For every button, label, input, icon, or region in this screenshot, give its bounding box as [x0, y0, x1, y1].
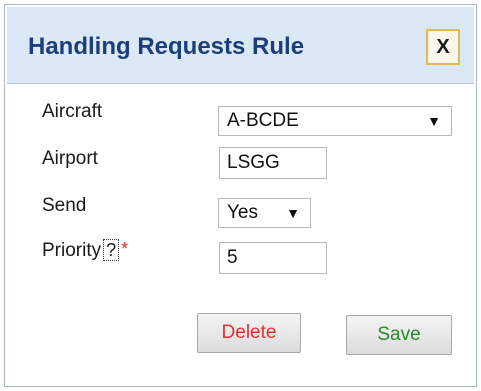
priority-label-group: Priority? *: [42, 239, 128, 262]
chevron-down-icon: ▼: [286, 205, 300, 221]
send-label: Send: [42, 195, 87, 216]
dialog-titlebar: Handling Requests Rule X: [7, 7, 474, 84]
help-icon[interactable]: ?: [103, 239, 120, 261]
handling-requests-dialog: Handling Requests Rule X Aircraft A-BCDE…: [4, 4, 477, 387]
airport-label: Airport: [42, 148, 98, 169]
required-marker: *: [121, 239, 129, 259]
close-button[interactable]: X: [426, 29, 460, 65]
priority-label: Priority: [42, 240, 102, 261]
send-select-value: Yes: [227, 202, 258, 223]
dialog-title: Handling Requests Rule: [28, 33, 305, 60]
aircraft-label: Aircraft: [42, 101, 103, 122]
airport-input[interactable]: LSGG: [219, 147, 327, 179]
send-select[interactable]: Yes ▼: [218, 198, 311, 228]
save-button[interactable]: Save: [346, 315, 452, 355]
aircraft-select-value: A-BCDE: [227, 110, 299, 131]
delete-button[interactable]: Delete: [197, 313, 301, 353]
aircraft-select[interactable]: A-BCDE ▼: [218, 106, 452, 136]
chevron-down-icon: ▼: [427, 113, 441, 129]
priority-input[interactable]: 5: [219, 242, 327, 274]
